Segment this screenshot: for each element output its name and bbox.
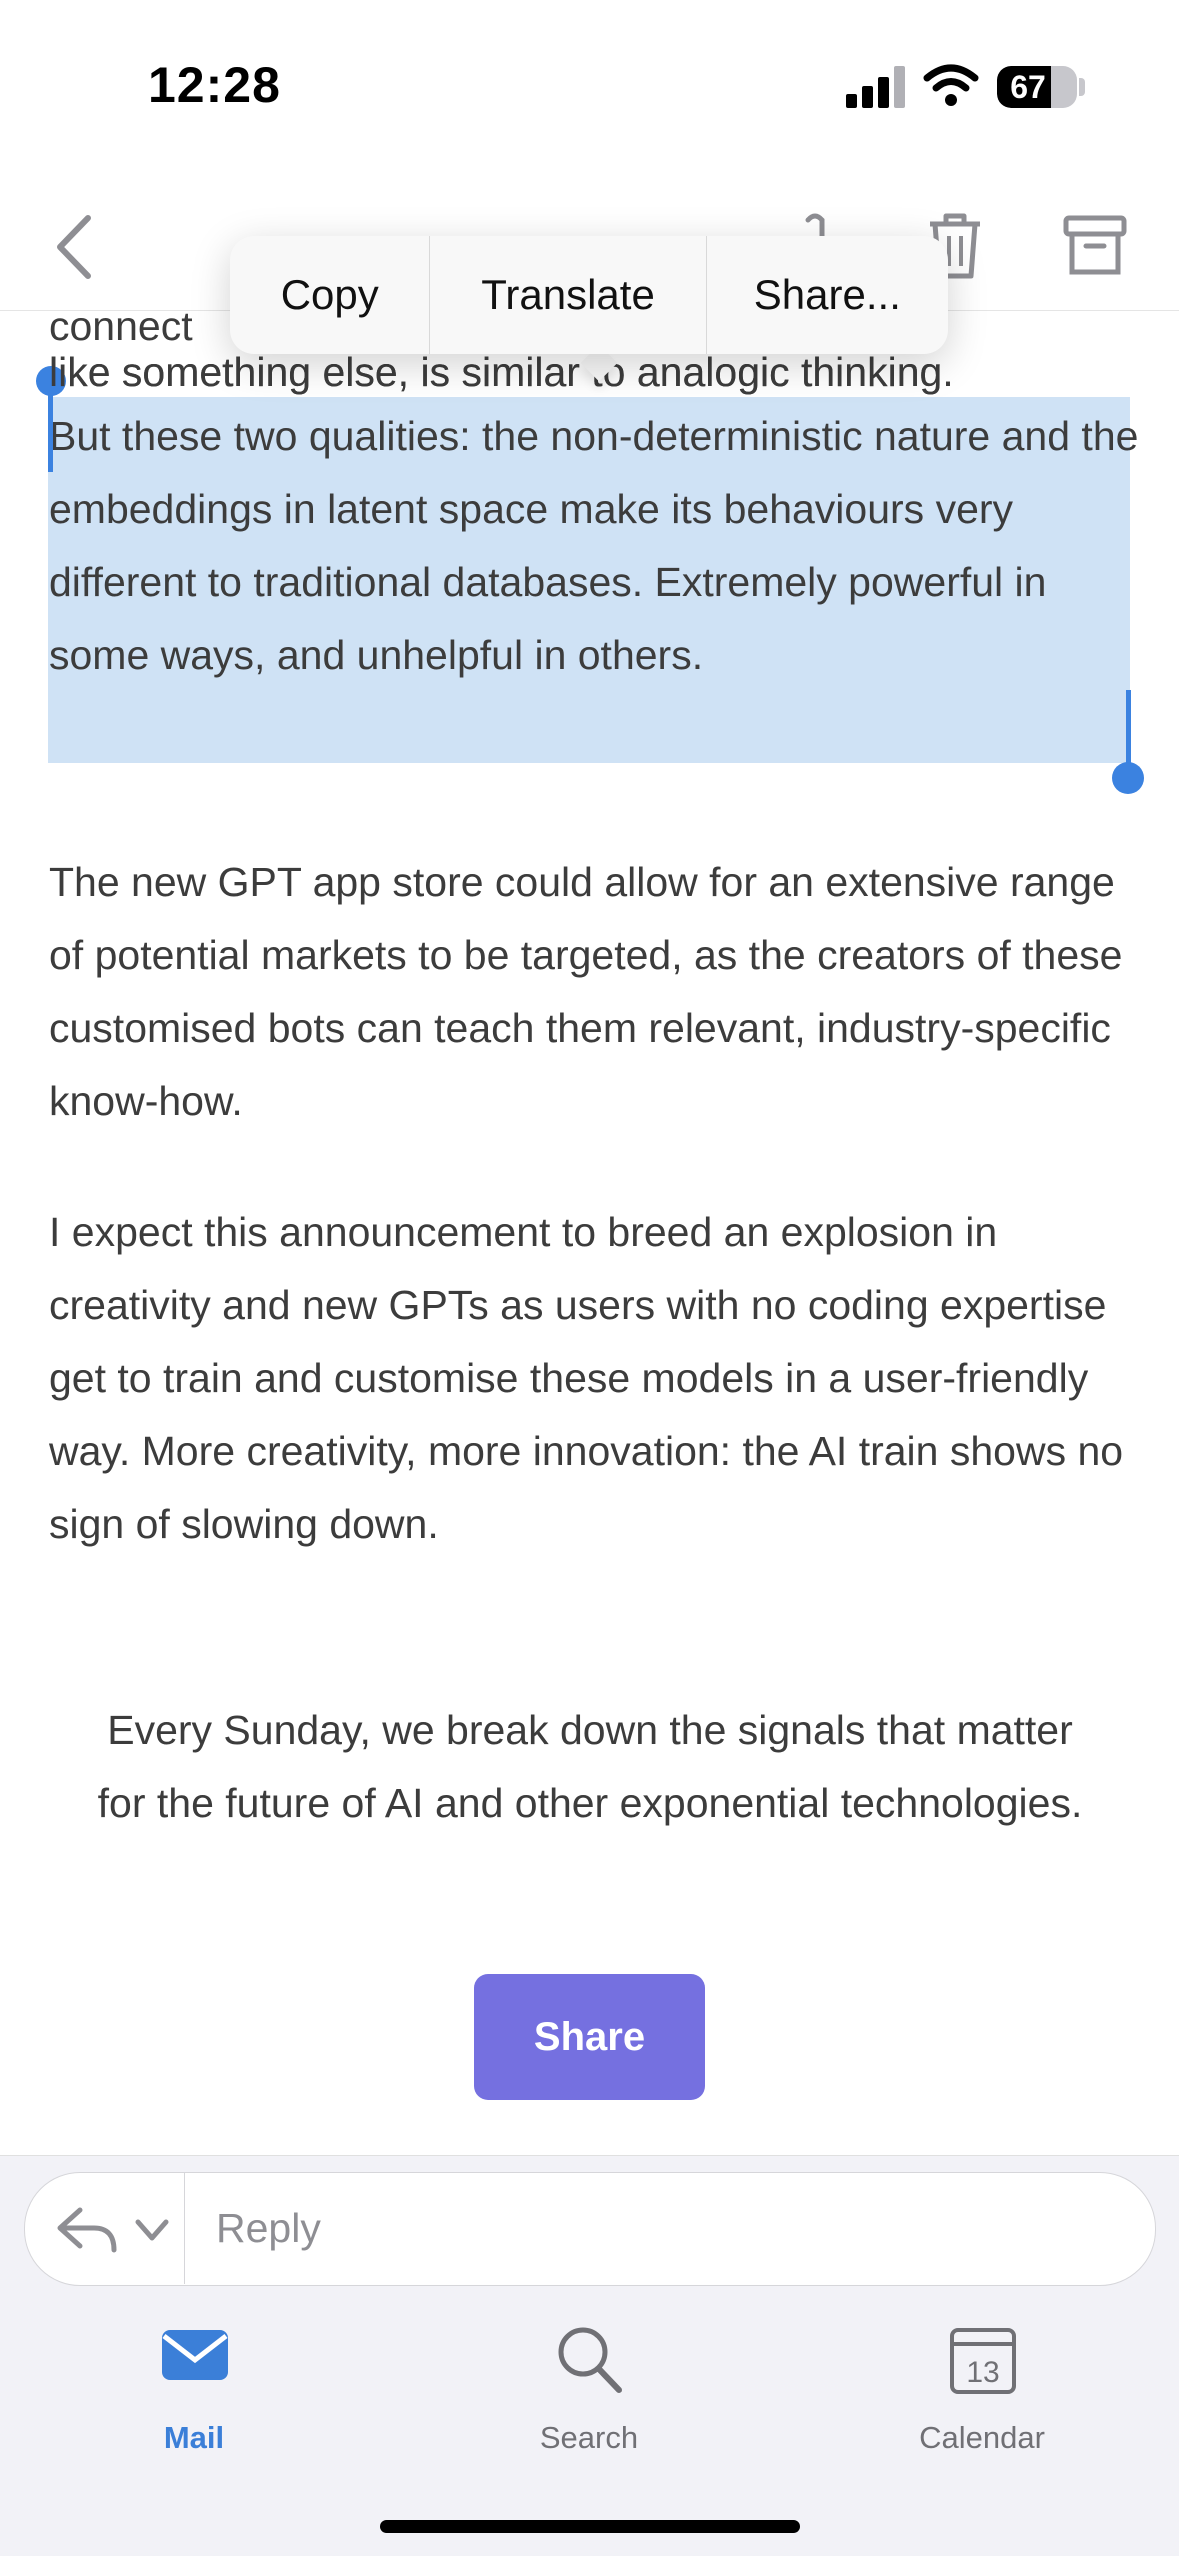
tab-search-label: Search	[539, 2420, 639, 2455]
back-chevron-icon[interactable]	[50, 212, 100, 282]
tab-search[interactable]: Search	[469, 2320, 709, 2460]
reply-arrow-icon[interactable]	[54, 2204, 120, 2254]
paragraph-app-store: The new GPT app store could allow for an…	[49, 859, 1123, 1124]
calendar-icon: 13	[950, 2328, 1016, 2394]
tab-calendar-label: Calendar	[919, 2420, 1045, 2455]
selected-paragraph[interactable]: But these two qualities: the non-determi…	[49, 400, 1139, 692]
paragraph-announcement: I expect this announcement to breed an e…	[49, 1209, 1124, 1547]
selection-end-knob[interactable]	[1112, 762, 1144, 794]
reply-field[interactable]	[24, 2172, 1156, 2286]
text-context-menu: Copy Translate Share...	[230, 236, 948, 354]
home-indicator	[380, 2520, 800, 2533]
newsletter-note: Every Sunday, we break down the signals …	[97, 1707, 1083, 1826]
tab-mail-label: Mail	[163, 2420, 225, 2455]
selection-end-handle[interactable]	[1126, 690, 1131, 770]
envelope-icon	[162, 2330, 228, 2380]
tab-mail[interactable]: Mail	[74, 2320, 314, 2460]
calendar-day: 13	[966, 2356, 999, 2389]
magnifier-icon	[558, 2327, 622, 2393]
share-button[interactable]: Share	[474, 1974, 705, 2100]
translate-menu-item[interactable]: Translate	[430, 236, 707, 354]
reply-placeholder[interactable]: Reply	[216, 2196, 321, 2260]
chevron-down-icon[interactable]	[132, 2212, 172, 2248]
reply-divider	[184, 2172, 185, 2284]
share-menu-item[interactable]: Share...	[707, 236, 948, 354]
copy-menu-item[interactable]: Copy	[230, 236, 431, 354]
tab-calendar[interactable]: 13 Calendar	[862, 2320, 1102, 2460]
archive-icon[interactable]	[1060, 210, 1130, 282]
